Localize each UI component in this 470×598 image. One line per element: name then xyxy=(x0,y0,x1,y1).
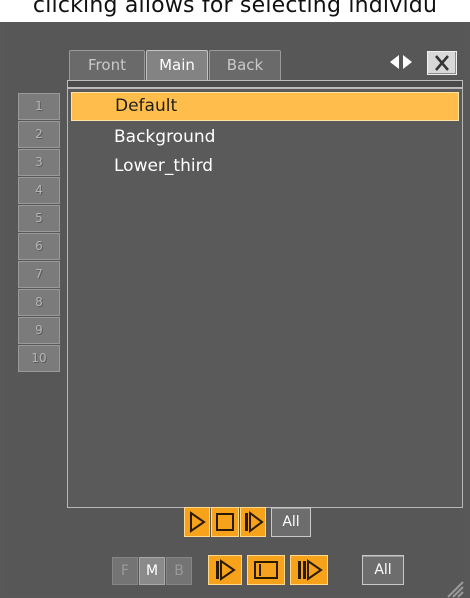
layer-button-8[interactable]: 8 xyxy=(18,289,60,316)
close-button[interactable] xyxy=(427,51,457,75)
caption-text: clicking allows for selecting individu xyxy=(32,0,438,18)
caption-strip: clicking allows for selecting individu xyxy=(0,0,470,22)
layer-button-3[interactable]: 3 xyxy=(18,149,60,176)
close-icon xyxy=(435,55,449,71)
tab-back[interactable]: Back xyxy=(209,50,281,80)
layer-button-5[interactable]: 5 xyxy=(18,205,60,232)
tab-front[interactable]: Front xyxy=(69,50,145,80)
continue-button[interactable] xyxy=(240,507,266,537)
tab-baseline xyxy=(67,80,463,88)
scene-control-panel: Front Main Back 1 2 3 4 5 6 7 8 9 10 Def… xyxy=(6,22,464,598)
layer-button-10[interactable]: 10 xyxy=(18,345,60,372)
stop-icon xyxy=(254,561,278,579)
layer-button-2[interactable]: 2 xyxy=(18,121,60,148)
stop-button[interactable] xyxy=(211,507,239,537)
continue-icon xyxy=(245,511,264,533)
scene-list[interactable]: Default Background Lower_third xyxy=(67,88,463,508)
layer-button-7[interactable]: 7 xyxy=(18,261,60,288)
play-all-layers-button[interactable] xyxy=(208,555,242,585)
continue-icon xyxy=(298,559,323,581)
stop-all-layers-button[interactable] xyxy=(247,555,285,585)
play-button[interactable] xyxy=(184,507,210,537)
scene-item-lower-third[interactable]: Lower_third xyxy=(71,152,459,181)
left-right-arrows-icon[interactable] xyxy=(388,54,414,70)
layer-button-9[interactable]: 9 xyxy=(18,317,60,344)
tab-main[interactable]: Main xyxy=(146,50,208,80)
all-button[interactable]: All xyxy=(271,507,311,537)
layer-button-1[interactable]: 1 xyxy=(18,93,60,120)
scene-item-background[interactable]: Background xyxy=(71,123,459,152)
main-layer-toggle[interactable]: M xyxy=(139,557,165,585)
front-layer-toggle[interactable]: F xyxy=(112,557,138,585)
back-layer-toggle[interactable]: B xyxy=(166,557,192,585)
all-layers-button[interactable]: All xyxy=(362,555,404,585)
play-icon xyxy=(216,559,236,581)
play-icon xyxy=(190,511,206,533)
scene-item-default[interactable]: Default xyxy=(71,92,459,121)
layer-button-6[interactable]: 6 xyxy=(18,233,60,260)
resize-grip-icon[interactable] xyxy=(440,574,464,598)
stop-icon xyxy=(216,513,234,531)
continue-all-layers-button[interactable] xyxy=(290,555,328,585)
layer-button-4[interactable]: 4 xyxy=(18,177,60,204)
